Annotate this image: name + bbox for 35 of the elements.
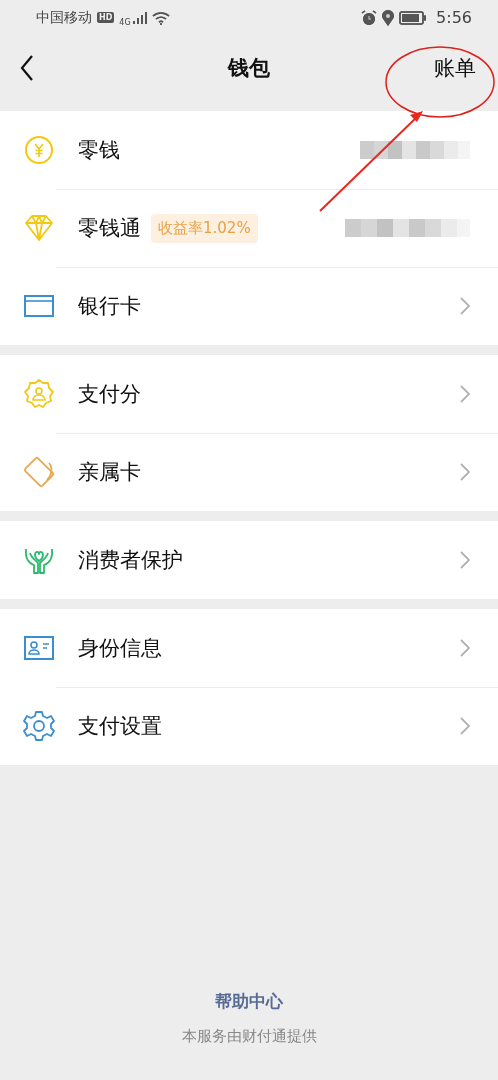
menu-label: 亲属卡 [78,459,141,486]
menu-label: 零钱 [78,137,120,164]
tilted-card-icon [22,455,56,489]
battery-icon [399,10,428,25]
carrier-name: 中国移动 [36,8,92,27]
menu-label: 支付分 [78,381,141,408]
clock-time: 5:56 [436,8,472,27]
settings-icon [22,709,56,743]
menu-item[interactable]: 支付分 [0,355,498,433]
menu-label: 支付设置 [78,713,162,740]
yield-rate-tag: 收益率1.02% [151,213,258,243]
menu-label: 银行卡 [78,293,141,320]
menu-label: 零钱通 [78,215,141,242]
menu-label: 消费者保护 [78,547,183,574]
yuan-coin-icon [22,133,56,167]
person-badge-icon [22,377,56,411]
menu-item[interactable]: 零钱通 收益率1.02% [0,189,498,267]
network-type: 4G [119,17,131,27]
menu-item[interactable]: 亲属卡 [0,433,498,511]
help-center-link[interactable]: 帮助中心 [215,990,283,1013]
hd-badge: HD [97,12,115,23]
provider-note: 本服务由财付通提供 [181,1027,317,1046]
bills-link[interactable]: 账单 [434,54,476,82]
location-icon [382,9,395,26]
wifi-icon [151,10,170,25]
menu-item[interactable]: 银行卡 [0,267,498,345]
menu-item[interactable]: 零钱 [0,111,498,189]
menu-item[interactable]: 支付设置 [0,687,498,765]
menu-label: 身份信息 [78,635,162,662]
menu-item[interactable]: 身份信息 [0,609,498,687]
back-icon[interactable] [20,55,34,81]
menu-item[interactable]: 消费者保护 [0,521,498,599]
signal-icon [132,11,147,24]
page-title: 钱包 [226,55,271,82]
alarm-icon [361,9,378,26]
